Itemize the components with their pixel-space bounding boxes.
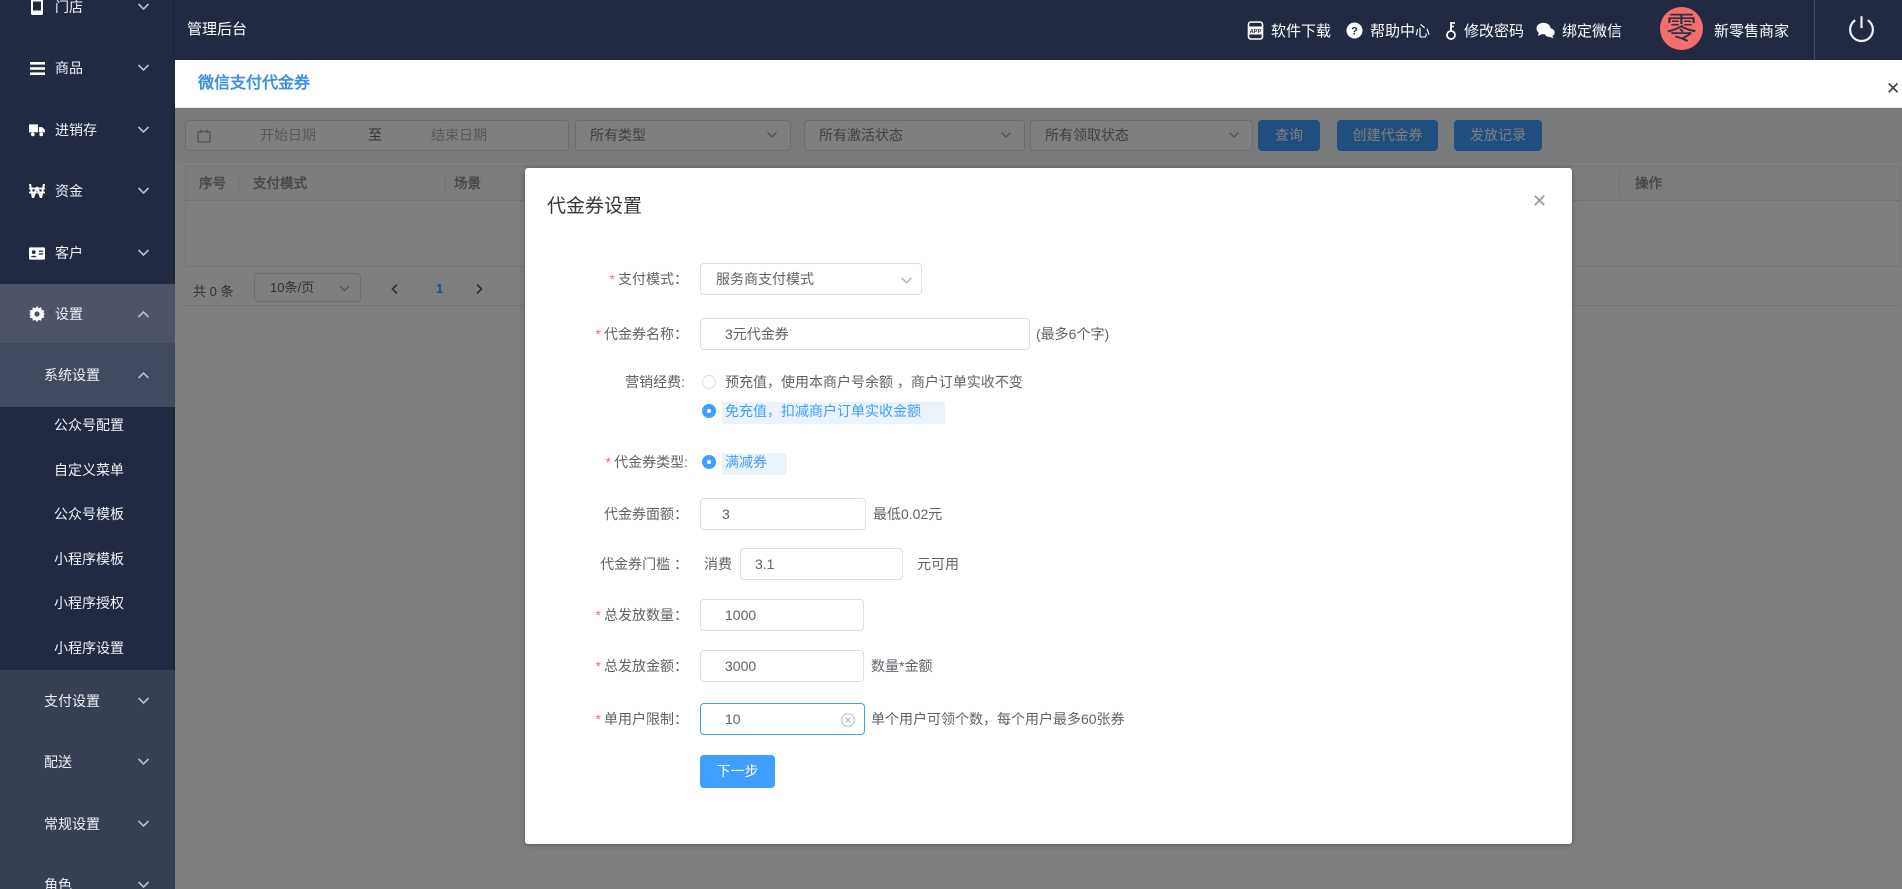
svg-text:?: ? [1351, 25, 1358, 37]
svg-text:APP: APP [1250, 28, 1262, 34]
